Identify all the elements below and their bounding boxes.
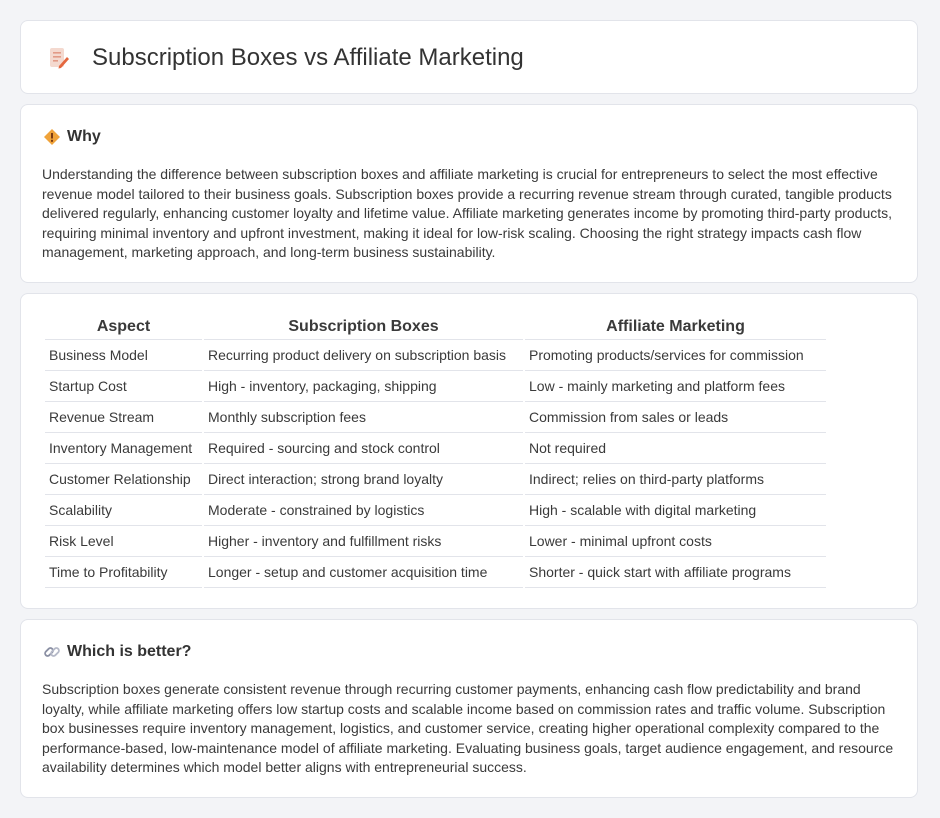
why-section: Why Understanding the difference between… — [20, 104, 918, 283]
table-cell-aspect: Business Model — [45, 340, 202, 371]
comparison-card: Aspect Subscription Boxes Affiliate Mark… — [20, 293, 918, 609]
table-row: Inventory Management Required - sourcing… — [45, 433, 826, 464]
page-title: Subscription Boxes vs Affiliate Marketin… — [92, 44, 524, 71]
table-cell-affiliate: Promoting products/services for commissi… — [525, 340, 826, 371]
table-cell-aspect: Startup Cost — [45, 371, 202, 402]
which-is-better-section: Which is better? Subscription boxes gene… — [20, 619, 918, 798]
header-card: Subscription Boxes vs Affiliate Marketin… — [20, 20, 918, 94]
table-cell-subscription: Moderate - constrained by logistics — [204, 495, 523, 526]
comparison-table: Aspect Subscription Boxes Affiliate Mark… — [43, 314, 828, 588]
table-row: Revenue Stream Monthly subscription fees… — [45, 402, 826, 433]
table-row: Time to Profitability Longer - setup and… — [45, 557, 826, 588]
which-is-better-text: Subscription boxes generate consistent r… — [42, 681, 894, 776]
table-cell-affiliate: Shorter - quick start with affiliate pro… — [525, 557, 826, 588]
table-cell-aspect: Time to Profitability — [45, 557, 202, 588]
column-header-aspect: Aspect — [45, 314, 202, 340]
column-header-affiliate-marketing: Affiliate Marketing — [525, 314, 826, 340]
table-cell-aspect: Inventory Management — [45, 433, 202, 464]
table-cell-subscription: Longer - setup and customer acquisition … — [204, 557, 523, 588]
table-cell-affiliate: Indirect; relies on third-party platform… — [525, 464, 826, 495]
table-cell-subscription: Higher - inventory and fulfillment risks — [204, 526, 523, 557]
table-cell-affiliate: Commission from sales or leads — [525, 402, 826, 433]
table-cell-affiliate: Low - mainly marketing and platform fees — [525, 371, 826, 402]
table-cell-affiliate: High - scalable with digital marketing — [525, 495, 826, 526]
link-icon — [44, 647, 60, 657]
table-row: Customer Relationship Direct interaction… — [45, 464, 826, 495]
diamond-warning-icon — [44, 129, 60, 145]
table-cell-aspect: Customer Relationship — [45, 464, 202, 495]
which-is-better-title: Which is better? — [67, 643, 192, 660]
table-cell-aspect: Scalability — [45, 495, 202, 526]
table-row: Startup Cost High - inventory, packaging… — [45, 371, 826, 402]
table-cell-subscription: High - inventory, packaging, shipping — [204, 371, 523, 402]
why-title: Why — [67, 128, 101, 145]
table-cell-subscription: Recurring product delivery on subscripti… — [204, 340, 523, 371]
table-cell-affiliate: Lower - minimal upfront costs — [525, 526, 826, 557]
table-cell-subscription: Monthly subscription fees — [204, 402, 523, 433]
document-pencil-icon — [50, 48, 69, 69]
table-cell-aspect: Revenue Stream — [45, 402, 202, 433]
table-row: Business Model Recurring product deliver… — [45, 340, 826, 371]
table-cell-aspect: Risk Level — [45, 526, 202, 557]
column-header-subscription-boxes: Subscription Boxes — [204, 314, 523, 340]
table-cell-subscription: Direct interaction; strong brand loyalty — [204, 464, 523, 495]
table-cell-subscription: Required - sourcing and stock control — [204, 433, 523, 464]
why-text: Understanding the difference between sub… — [42, 166, 893, 261]
table-row: Risk Level Higher - inventory and fulfil… — [45, 526, 826, 557]
table-cell-affiliate: Not required — [525, 433, 826, 464]
table-row: Scalability Moderate - constrained by lo… — [45, 495, 826, 526]
table-header-row: Aspect Subscription Boxes Affiliate Mark… — [45, 314, 826, 340]
